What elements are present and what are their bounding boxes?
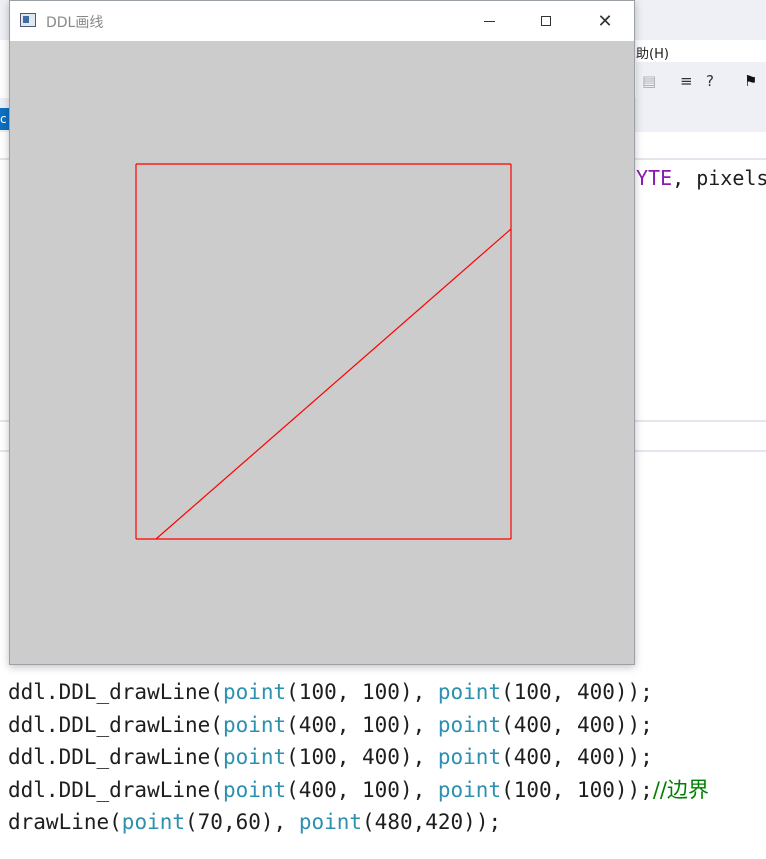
code-token: drawLine( [8, 810, 122, 835]
code-type-token: point [222, 712, 287, 737]
code-line[interactable]: drawLine(point(70,60), point(480,420)); [0, 806, 766, 839]
code-token: (100, 100)); [501, 777, 653, 802]
help-text-icon[interactable]: ? [706, 72, 714, 90]
code-editor[interactable]: ddl.DDL_drawLine(point(100, 100), point(… [0, 676, 766, 859]
code-token: (100, 100), [286, 680, 438, 704]
code-line[interactable]: ddl.DDL_drawLine(point(400, 100), point(… [0, 774, 766, 807]
code-token: (70,60), [185, 810, 299, 835]
code-type-token: point [222, 680, 287, 704]
maximize-icon [541, 16, 551, 26]
ddl-draw-window[interactable]: DDL画线 ✕ [9, 0, 635, 665]
code-token: ddl.DDL_drawLine( [8, 712, 223, 737]
code-token: ddl.DDL_drawLine( [8, 680, 223, 704]
format-icon[interactable]: ▤ [642, 72, 656, 90]
code-token: ddl.DDL_drawLine( [8, 745, 223, 770]
indent-icon[interactable]: ≡ [680, 72, 693, 90]
help-menu[interactable]: 助(H) [636, 43, 669, 62]
code-fragment: YTE, pixels [636, 166, 766, 190]
code-token: (400, 100), [286, 712, 438, 737]
minimize-icon [483, 20, 495, 22]
code-line[interactable]: ddl.DDL_drawLine(point(400, 100), point(… [0, 709, 766, 742]
close-button[interactable]: ✕ [576, 1, 634, 41]
code-line[interactable]: ddl.DDL_drawLine(point(100, 400), point(… [0, 741, 766, 774]
code-type-token: point [437, 680, 502, 704]
bookmark-icon[interactable]: ⚑ [744, 72, 757, 90]
code-token: (400, 400)); [501, 745, 653, 770]
code-line[interactable]: ddl.DDL_drawLine(point(100, 100), point(… [0, 676, 766, 709]
code-token: (100, 400)); [501, 680, 653, 704]
code-token: (400, 100), [286, 777, 438, 802]
window-titlebar[interactable]: DDL画线 ✕ [10, 1, 634, 41]
code-type-token: point [437, 777, 502, 802]
window-title: DDL画线 [46, 15, 104, 31]
code-token: (400, 400)); [501, 712, 653, 737]
maximize-button[interactable] [517, 1, 575, 41]
code-type-token: point [222, 745, 287, 770]
canvas-background [10, 41, 634, 664]
minimize-button[interactable] [460, 1, 518, 41]
close-icon: ✕ [597, 10, 613, 32]
code-comment: //边界 [652, 777, 709, 802]
code-token: (100, 400), [286, 745, 438, 770]
app-icon [20, 13, 36, 27]
code-type-token: point [437, 712, 502, 737]
drawing-canvas [10, 41, 634, 664]
code-token: ddl.DDL_drawLine( [8, 777, 223, 802]
code-type-token: point [437, 745, 502, 770]
code-token: (480,420)); [362, 810, 502, 835]
code-type-token: point [121, 810, 186, 835]
ide-toolbar: ▤ ≡ ? ⚑ [636, 62, 766, 98]
code-type-token: point [222, 777, 287, 802]
code-type-token: point [298, 810, 363, 835]
